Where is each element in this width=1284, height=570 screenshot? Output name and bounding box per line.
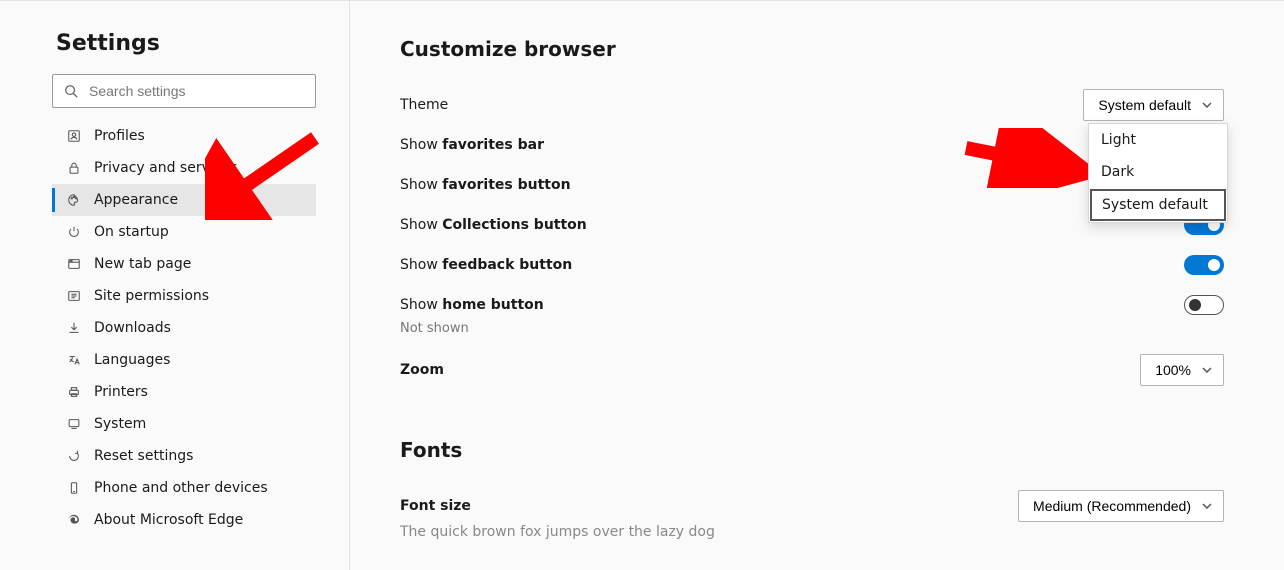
fonts-title: Fonts <box>400 438 1224 462</box>
theme-option-light[interactable]: Light <box>1089 124 1227 156</box>
sidebar-item-label: Downloads <box>94 320 171 336</box>
theme-dropdown-menu: Light Dark System default <box>1088 123 1228 223</box>
sidebar-item-printers[interactable]: Printers <box>52 376 316 408</box>
theme-option-dark[interactable]: Dark <box>1089 156 1227 188</box>
sidebar-item-label: New tab page <box>94 256 191 272</box>
printer-icon <box>66 384 82 400</box>
theme-dropdown[interactable]: System default <box>1083 89 1224 121</box>
font-size-label: Font size <box>400 498 471 514</box>
home-button-subtext: Not shown <box>400 321 1224 336</box>
sidebar-item-label: On startup <box>94 224 169 240</box>
font-size-dropdown[interactable]: Medium (Recommended) <box>1018 490 1224 522</box>
chevron-down-icon <box>1201 364 1213 376</box>
theme-value: System default <box>1098 97 1191 113</box>
sidebar-item-profiles[interactable]: Profiles <box>52 120 316 152</box>
sidebar-item-label: Privacy and services <box>94 160 237 176</box>
home-button-label: Show home button <box>400 297 544 313</box>
search-icon <box>64 84 78 98</box>
sidebar-item-downloads[interactable]: Downloads <box>52 312 316 344</box>
sidebar-item-reset[interactable]: Reset settings <box>52 440 316 472</box>
chevron-down-icon <box>1201 500 1213 512</box>
sidebar-item-system[interactable]: System <box>52 408 316 440</box>
feedback-toggle[interactable] <box>1184 255 1224 275</box>
lock-icon <box>66 160 82 176</box>
sidebar-item-about[interactable]: About Microsoft Edge <box>52 504 316 536</box>
sidebar-item-label: Phone and other devices <box>94 480 268 496</box>
sidebar-item-privacy[interactable]: Privacy and services <box>52 152 316 184</box>
sidebar-item-phone[interactable]: Phone and other devices <box>52 472 316 504</box>
font-size-value: Medium (Recommended) <box>1033 498 1191 514</box>
power-icon <box>66 224 82 240</box>
zoom-label: Zoom <box>400 362 444 378</box>
newtab-icon <box>66 256 82 272</box>
download-icon <box>66 320 82 336</box>
profiles-icon <box>66 128 82 144</box>
favorites-bar-label: Show favorites bar <box>400 137 544 153</box>
sidebar-item-appearance[interactable]: Appearance <box>52 184 316 216</box>
sidebar-item-site-permissions[interactable]: Site permissions <box>52 280 316 312</box>
sidebar-item-label: System <box>94 416 146 432</box>
search-input[interactable] <box>52 74 316 108</box>
zoom-dropdown[interactable]: 100% <box>1140 354 1224 386</box>
sidebar-item-startup[interactable]: On startup <box>52 216 316 248</box>
sidebar-item-label: Profiles <box>94 128 145 144</box>
sidebar-item-languages[interactable]: Languages <box>52 344 316 376</box>
sidebar-item-label: Site permissions <box>94 288 209 304</box>
sidebar-item-label: Reset settings <box>94 448 193 464</box>
system-icon <box>66 416 82 432</box>
sidebar-item-label: About Microsoft Edge <box>94 512 243 528</box>
sidebar-item-newtab[interactable]: New tab page <box>52 248 316 280</box>
theme-label: Theme <box>400 97 448 113</box>
sidebar-item-label: Languages <box>94 352 170 368</box>
feedback-button-label: Show feedback button <box>400 257 572 273</box>
search-wrap <box>52 74 316 108</box>
collections-button-label: Show Collections button <box>400 217 587 233</box>
permissions-icon <box>66 288 82 304</box>
home-toggle[interactable] <box>1184 295 1224 315</box>
font-preview-text: The quick brown fox jumps over the lazy … <box>400 524 1224 540</box>
phone-icon <box>66 480 82 496</box>
settings-title: Settings <box>56 31 349 56</box>
reset-icon <box>66 448 82 464</box>
favorites-button-label: Show favorites button <box>400 177 571 193</box>
chevron-down-icon <box>1201 99 1213 111</box>
edge-icon <box>66 512 82 528</box>
palette-icon <box>66 192 82 208</box>
customize-browser-title: Customize browser <box>400 37 1224 61</box>
zoom-value: 100% <box>1155 362 1191 378</box>
theme-option-system-default[interactable]: System default <box>1090 189 1226 221</box>
sidebar-item-label: Appearance <box>94 192 178 208</box>
languages-icon <box>66 352 82 368</box>
sidebar-item-label: Printers <box>94 384 148 400</box>
